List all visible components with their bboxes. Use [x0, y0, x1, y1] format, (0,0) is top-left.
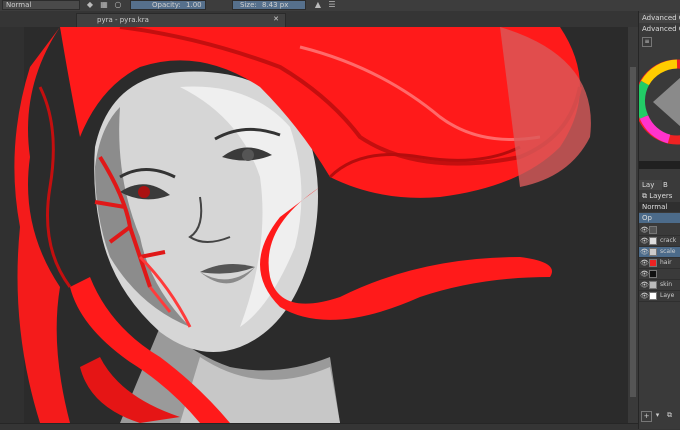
- opacity-value: 1.00: [186, 1, 202, 9]
- settings-icon[interactable]: ≡: [642, 37, 652, 47]
- document-tab-title: pyra - pyra.kra: [97, 16, 149, 24]
- canvas-area[interactable]: [0, 27, 638, 423]
- advanced-color-selector-tab[interactable]: Advanced C...: [639, 13, 680, 23]
- visibility-eye-icon[interactable]: 👁: [640, 259, 649, 267]
- artwork-illustration[interactable]: [0, 27, 638, 423]
- layers-docker-tab[interactable]: Lay: [639, 180, 662, 190]
- layer-row[interactable]: 👁 hair: [639, 258, 680, 269]
- advanced-color-selector-subtab[interactable]: Advanced C...: [639, 24, 680, 34]
- close-icon[interactable]: ✕: [273, 15, 279, 23]
- visibility-eye-icon[interactable]: 👁: [640, 270, 649, 278]
- visibility-eye-icon[interactable]: 👁: [640, 248, 649, 256]
- layer-opacity-slider[interactable]: Op: [639, 213, 680, 223]
- mirror-horizontal-icon[interactable]: ▲: [312, 0, 324, 10]
- size-slider[interactable]: Size: 8.43 px: [232, 0, 306, 10]
- visibility-eye-icon[interactable]: 👁: [640, 292, 649, 300]
- layer-row[interactable]: 👁: [639, 269, 680, 280]
- layer-name: hair: [660, 259, 672, 266]
- layer-row-selected[interactable]: 👁 scale: [639, 247, 680, 258]
- eraser-icon[interactable]: ◆: [84, 0, 96, 10]
- layer-row[interactable]: 👁 skin: [639, 280, 680, 291]
- layer-options-icon[interactable]: ▾: [653, 411, 662, 420]
- layer-row[interactable]: 👁 crack: [639, 236, 680, 247]
- layer-name: Laye: [660, 292, 675, 299]
- layers-title-label: Layers: [649, 192, 673, 200]
- color-wheel[interactable]: [639, 47, 680, 157]
- layer-thumbnail: [649, 281, 657, 289]
- layer-name: crack: [660, 237, 677, 244]
- right-dock-panel: Advanced C... Advanced C... ≡ Lay B ⧉ La…: [638, 11, 680, 429]
- document-tab[interactable]: pyra - pyra.kra ✕: [76, 13, 286, 27]
- layer-thumbnail: [649, 237, 657, 245]
- add-layer-icon[interactable]: +: [641, 411, 652, 422]
- layer-thumbnail: [649, 248, 657, 256]
- layer-row[interactable]: 👁: [639, 225, 680, 236]
- layers-title: ⧉ Layers: [639, 191, 680, 201]
- opacity-slider[interactable]: Opacity: 1.00: [130, 0, 206, 10]
- color-history-strip[interactable]: [639, 161, 680, 169]
- opacity-label: Opacity:: [152, 1, 181, 9]
- layer-thumbnail: [649, 292, 657, 300]
- size-value: 8.43 px: [261, 1, 289, 9]
- layer-row[interactable]: 👁 Laye: [639, 291, 680, 302]
- duplicate-layer-icon[interactable]: ⧉: [665, 411, 674, 420]
- visibility-eye-icon[interactable]: 👁: [640, 237, 649, 245]
- preserve-alpha-icon[interactable]: ▦: [98, 0, 110, 10]
- visibility-eye-icon[interactable]: 👁: [640, 226, 649, 234]
- wrap-around-icon[interactable]: ☰: [326, 0, 338, 10]
- blend-mode-select[interactable]: Normal: [2, 0, 80, 10]
- brushes-docker-tab[interactable]: B: [660, 180, 680, 190]
- scrollbar-thumb[interactable]: [630, 67, 636, 397]
- layer-blend-mode-select[interactable]: Normal: [639, 202, 680, 212]
- layer-thumbnail: [649, 226, 657, 234]
- visibility-eye-icon[interactable]: 👁: [640, 281, 649, 289]
- size-label: Size:: [240, 1, 257, 9]
- layers-icon: ⧉: [642, 192, 647, 200]
- layer-name: skin: [660, 281, 673, 288]
- lock-icon[interactable]: ○: [112, 0, 124, 10]
- document-tab-bar: pyra - pyra.kra ✕: [0, 11, 638, 27]
- layer-thumbnail: [649, 270, 657, 278]
- layer-thumbnail: [649, 259, 657, 267]
- canvas-vertical-scrollbar[interactable]: [628, 27, 638, 423]
- layer-name: scale: [660, 248, 676, 255]
